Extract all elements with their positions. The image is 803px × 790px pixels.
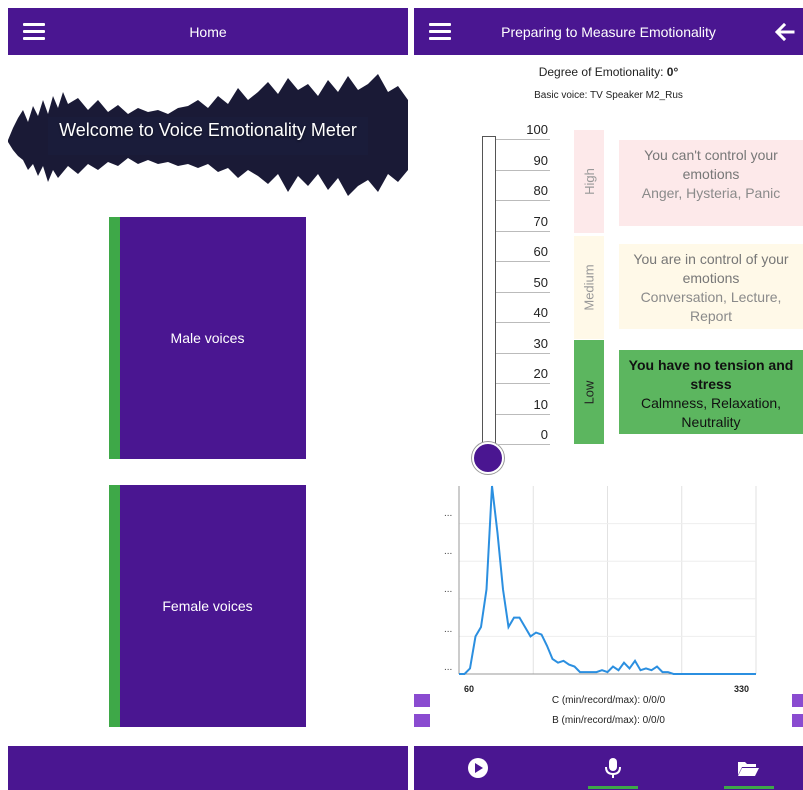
scale-tick-label: 30 [533, 335, 548, 351]
scale-tick-label: 50 [533, 274, 548, 290]
app-root: Home Welcome to Voice Emotionality Meter… [0, 0, 803, 790]
male-voices-label: Male voices [170, 330, 245, 346]
scale-tick-label: 20 [533, 366, 548, 381]
y-tick-label: ... [444, 624, 453, 635]
y-tick-label: ... [444, 508, 453, 519]
thermometer-bulb [472, 442, 504, 474]
low-level-description: You have no tension and stress Calmness,… [619, 350, 803, 434]
level-low-bar: Low [574, 340, 604, 444]
home-bottom-bar [8, 746, 408, 790]
scale-tick-line [496, 169, 550, 171]
measure-appbar: Preparing to Measure Emotionality [414, 8, 803, 55]
play-icon[interactable] [466, 756, 490, 780]
y-tick-label: ... [444, 546, 453, 557]
level-medium-bar: Medium [574, 236, 604, 339]
level-high-label: High [581, 168, 597, 195]
home-screen: Home Welcome to Voice Emotionality Meter… [8, 8, 408, 790]
b-stat-text: B (min/record/max): 0/0/0 [552, 715, 665, 726]
measure-title: Preparing to Measure Emotionality [501, 23, 716, 40]
scale-tick-line [496, 352, 550, 354]
medium-level-description: You are in control of your emotions Conv… [619, 244, 803, 329]
card-accent-stripe [109, 485, 120, 727]
microphone-active-indicator [588, 786, 638, 789]
high-level-description: You can't control your emotions Anger, H… [619, 140, 803, 226]
scale-tick-label: 70 [533, 213, 548, 229]
pitch-chart-svg [458, 485, 757, 675]
scale-tick-line [496, 383, 550, 384]
microphone-icon[interactable] [601, 756, 625, 780]
scale-tick-label: 40 [533, 305, 548, 320]
scale-tick-label: 0 [540, 427, 548, 442]
back-arrow-icon[interactable] [775, 22, 795, 42]
female-voices-label: Female voices [162, 598, 253, 614]
scale-tick-label: 100 [526, 122, 548, 137]
basic-voice-text: Basic voice: TV Speaker M2_Rus [534, 90, 683, 101]
high-examples: Anger, Hysteria, Panic [641, 185, 781, 201]
y-tick-label: ... [444, 662, 453, 673]
scale-tick-label: 60 [533, 244, 548, 259]
scale-tick-label: 80 [533, 183, 548, 198]
scale-tick-line [496, 230, 550, 232]
pitch-chart: ... ... ... ... ... 60 330 [434, 478, 764, 703]
male-voices-button[interactable]: Male voices [109, 217, 306, 459]
c-stat-text: C (min/record/max): 0/0/0 [551, 695, 666, 706]
welcome-banner: Welcome to Voice Emotionality Meter [8, 70, 408, 200]
scale-tick-line [496, 444, 550, 445]
scale-tick-label: 10 [533, 396, 548, 412]
x-min-label: 60 [464, 684, 475, 694]
card-accent-stripe [109, 217, 120, 459]
folder-indicator [724, 786, 774, 789]
medium-heading: You are in control of your emotions [633, 251, 789, 286]
degree-of-emotionality: Degree of Emotionality: 0° [414, 65, 803, 79]
level-medium-label: Medium [581, 264, 597, 311]
emotionality-thermometer: 100 90 80 70 60 50 40 30 20 10 0 [472, 122, 572, 482]
measure-bottom-bar [414, 746, 803, 790]
thermometer-tube [482, 136, 496, 451]
female-voices-button[interactable]: Female voices [109, 485, 306, 727]
degree-label: Degree of Emotionality: [538, 65, 664, 79]
scale-tick-line [496, 413, 550, 415]
welcome-text: Welcome to Voice Emotionality Meter [59, 120, 357, 140]
measure-screen: Preparing to Measure Emotionality Degree… [414, 8, 803, 790]
home-title: Home [189, 23, 227, 40]
scale-tick-line [496, 261, 550, 262]
low-examples: Calmness, Relaxation, Neutrality [640, 395, 782, 430]
level-high-bar: High [574, 130, 604, 233]
scale-tick-label: 90 [533, 152, 548, 168]
scale-tick-line [496, 322, 550, 323]
scale-tick-line [496, 200, 550, 201]
medium-examples: Conversation, Lecture, Report [640, 289, 782, 324]
low-heading: You have no tension and stress [628, 357, 794, 392]
high-heading: You can't control your emotions [644, 147, 778, 182]
degree-value: 0° [666, 65, 679, 79]
level-low-label: Low [581, 380, 597, 404]
folder-icon[interactable] [736, 756, 760, 780]
y-tick-label: ... [444, 584, 453, 595]
scale-tick-line [496, 291, 550, 293]
x-max-label: 330 [734, 684, 750, 694]
scale-tick-line [496, 139, 550, 140]
home-appbar: Home [8, 8, 408, 55]
